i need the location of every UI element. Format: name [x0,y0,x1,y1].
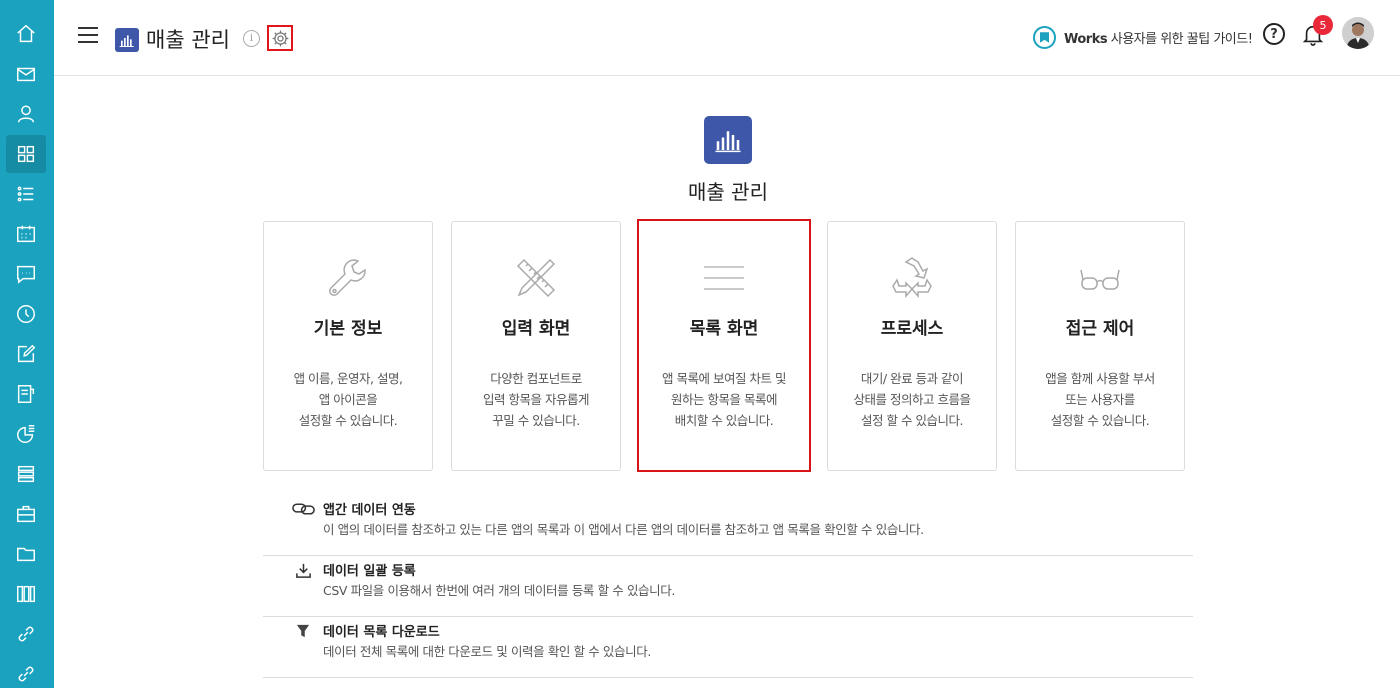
apps-grid-icon[interactable] [6,135,46,173]
calendar-icon[interactable] [6,215,46,253]
sidebar [0,0,54,688]
feature-app-data-link[interactable]: 앱간 데이터 연동 이 앱의 데이터를 참조하고 있는 다른 앱의 목록과 이 … [263,495,1193,556]
filter-icon [291,621,315,641]
card-description: 앱을 함께 사용할 부서 또는 사용자를 설정할 수 있습니다. [1045,371,1155,428]
feature-title: 데이터 일괄 등록 [323,564,416,579]
app-name: 매출 관리 [688,180,768,204]
download-tray-icon [291,560,315,580]
guide-caption: 사용자를 위한 꿀팁 가이드! [1107,32,1253,47]
card-title: 목록 화면 [689,319,759,339]
card-description: 다양한 컴포넌트로 입력 항목을 자유롭게 꾸밀 수 있습니다. [483,371,589,428]
briefcase-icon[interactable] [6,495,46,533]
hamburger-menu-icon[interactable] [78,26,98,44]
card-description: 앱 목록에 보여질 차트 및 원하는 항목을 목록에 배치할 수 있습니다. [662,371,786,428]
card-list-screen[interactable]: 목록 화면 앱 목록에 보여질 차트 및 원하는 항목을 목록에 배치할 수 있… [637,219,811,472]
edit-icon[interactable] [6,335,46,373]
home-icon[interactable] [6,15,46,53]
database-icon[interactable] [6,455,46,493]
ruler-pencil-icon [452,256,620,300]
card-title: 접근 제어 [1065,319,1135,339]
library-icon[interactable] [6,575,46,613]
lines-icon [639,256,809,300]
person-icon[interactable] [6,95,46,133]
guide-brand: Works [1064,32,1108,47]
app-large-icon [704,116,752,164]
feature-list-download[interactable]: 데이터 목록 다운로드 데이터 전체 목록에 대한 다운로드 및 이력을 확인 … [263,617,1193,678]
bookmark-icon [1033,26,1056,49]
wrench-icon [264,256,432,300]
header: 매출 관리 i Works 사용자를 위한 꿀팁 가이드! ? 5 [54,0,1400,76]
page-title: 매출 관리 [146,28,230,52]
link-icon[interactable] [6,655,46,693]
recycle-icon [828,256,996,300]
card-title: 프로세스 [880,319,944,339]
card-process[interactable]: 프로세스 대기/ 완료 등과 같이 상태를 정의하고 흐름을 설정 할 수 있습… [827,221,997,471]
mail-icon[interactable] [6,55,46,93]
link-icon[interactable] [6,615,46,653]
feature-description: 이 앱의 데이터를 참조하고 있는 다른 앱의 목록과 이 앱에서 다른 앱의 … [323,522,924,537]
user-avatar[interactable] [1342,17,1374,49]
card-input-screen[interactable]: 입력 화면 다양한 컴포넌트로 입력 항목을 자유롭게 꾸밀 수 있습니다. [451,221,621,471]
card-description: 앱 이름, 운영자, 설명, 앱 아이콘을 설정할 수 있습니다. [293,371,403,428]
chat-icon[interactable] [6,255,46,293]
app-logo-icon [115,28,139,52]
card-description: 대기/ 완료 등과 같이 상태를 정의하고 흐름을 설정 할 수 있습니다. [853,371,971,428]
feature-title: 데이터 목록 다운로드 [323,625,440,640]
document-icon[interactable] [6,375,46,413]
notification-badge: 5 [1313,15,1333,35]
glasses-icon [1016,256,1184,300]
chain-link-icon [291,499,315,519]
settings-gear-icon[interactable] [267,25,293,51]
feature-bulk-import[interactable]: 데이터 일괄 등록 CSV 파일을 이용해서 한번에 여러 개의 데이터를 등록… [263,556,1193,617]
feature-description: CSV 파일을 이용해서 한번에 여러 개의 데이터를 등록 할 수 있습니다. [323,583,675,598]
help-icon[interactable]: ? [1263,23,1285,45]
card-basic-info[interactable]: 기본 정보 앱 이름, 운영자, 설명, 앱 아이콘을 설정할 수 있습니다. [263,221,433,471]
guide-text: Works 사용자를 위한 꿀팁 가이드! [1064,28,1253,47]
card-title: 입력 화면 [501,319,571,339]
report-icon[interactable] [6,415,46,453]
card-access-control[interactable]: 접근 제어 앱을 함께 사용할 부서 또는 사용자를 설정할 수 있습니다. [1015,221,1185,471]
card-title: 기본 정보 [313,319,383,339]
feature-description: 데이터 전체 목록에 대한 다운로드 및 이력을 확인 할 수 있습니다. [323,644,651,659]
info-icon[interactable]: i [243,30,260,47]
feature-title: 앱간 데이터 연동 [323,503,416,518]
task-list-icon[interactable] [6,175,46,213]
clock-icon[interactable] [6,295,46,333]
tip-guide-link[interactable]: Works 사용자를 위한 꿀팁 가이드! [1033,26,1253,49]
folder-icon[interactable] [6,535,46,573]
